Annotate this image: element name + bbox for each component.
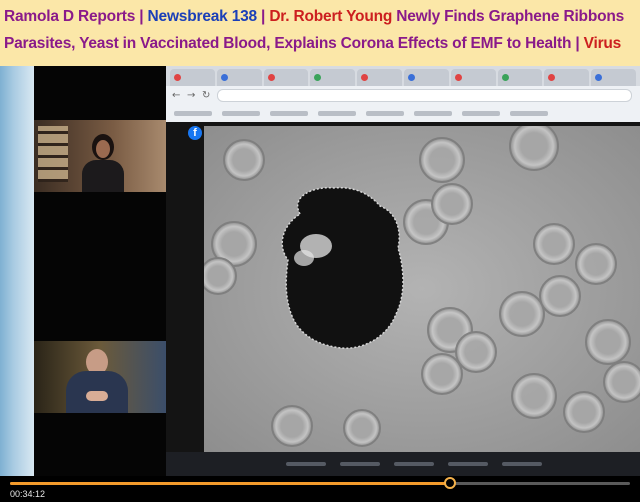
facebook-icon[interactable]: f <box>188 126 202 140</box>
microscope-image <box>204 126 640 452</box>
headline-segment: Newly Finds Graphene Ribbons <box>392 8 625 25</box>
browser-tab[interactable] <box>170 69 215 86</box>
headline-segment: Ramola D Reports <box>4 8 136 25</box>
browser-tab[interactable] <box>497 69 543 86</box>
bookmark-item[interactable] <box>174 110 212 116</box>
bookmark-item[interactable] <box>510 110 548 116</box>
browser-tab[interactable] <box>544 69 590 86</box>
bookmark-item[interactable] <box>318 110 356 116</box>
bookmark-item[interactable] <box>414 110 452 116</box>
headline-banner: Ramola D Reports | Newsbreak 138 | Dr. R… <box>0 0 640 66</box>
background-strip <box>0 66 34 476</box>
address-bar[interactable] <box>217 88 632 102</box>
browser-tab-bar <box>166 66 640 86</box>
video-stage[interactable]: ← → ↻ f <box>0 66 640 476</box>
participant-figure <box>62 347 132 413</box>
browser-tab[interactable] <box>403 69 449 86</box>
taskbar-item[interactable] <box>286 462 326 466</box>
headline-segment: Parasites, Yeast in Vaccinated Blood, Ex… <box>4 35 572 52</box>
headline-segment: Virus <box>583 35 622 52</box>
headline-segment: | <box>256 8 270 25</box>
dark-cell-cluster <box>281 186 404 349</box>
player-controls: 00:34:12 <box>0 476 640 502</box>
headline-segment: | <box>135 8 148 25</box>
headline-segment: Newsbreak 138 <box>147 8 258 25</box>
browser-tab[interactable] <box>216 69 262 86</box>
bookmark-item[interactable] <box>462 110 500 116</box>
bookshelf <box>38 126 68 182</box>
screen-share: ← → ↻ f <box>166 66 640 476</box>
headline-line-1: Ramola D Reports | Newsbreak 138 | Dr. R… <box>4 8 624 26</box>
browser-tab[interactable] <box>310 69 356 86</box>
bookmark-item[interactable] <box>366 110 404 116</box>
progress-bar[interactable] <box>10 477 630 489</box>
bookmarks-bar <box>166 104 640 122</box>
browser-tab[interactable] <box>450 69 496 86</box>
participant-column <box>34 66 166 476</box>
taskbar-item[interactable] <box>394 462 434 466</box>
os-taskbar <box>166 452 640 476</box>
back-arrow-icon[interactable]: ← <box>172 90 181 100</box>
browser-tab[interactable] <box>591 69 636 86</box>
taskbar-item[interactable] <box>340 462 380 466</box>
headline-segment: | <box>571 35 584 52</box>
participant-video-guest[interactable] <box>34 341 166 413</box>
playback-timestamp: 00:34:12 <box>10 489 46 499</box>
participant-hands <box>86 391 108 401</box>
bookmark-item[interactable] <box>222 110 260 116</box>
headline-line-2: Parasites, Yeast in Vaccinated Blood, Ex… <box>4 35 621 53</box>
microscope-image-drawing <box>204 126 640 452</box>
progress-thumb[interactable] <box>444 477 457 489</box>
browser-tab[interactable] <box>357 69 402 86</box>
participant-body <box>82 160 124 192</box>
browser-chrome: ← → ↻ <box>166 66 640 122</box>
progress-fill <box>10 482 451 485</box>
forward-arrow-icon[interactable]: → <box>187 90 196 100</box>
bookmark-item[interactable] <box>270 110 308 116</box>
shared-page-content: f <box>166 122 640 452</box>
browser-address-row: ← → ↻ <box>166 86 640 104</box>
taskbar-item[interactable] <box>502 462 542 466</box>
participant-figure <box>82 130 124 192</box>
browser-tab[interactable] <box>263 69 309 86</box>
reload-icon[interactable]: ↻ <box>202 90 211 100</box>
participant-video-host[interactable] <box>34 120 166 192</box>
headline-segment: Dr. Robert Young <box>269 8 393 25</box>
taskbar-item[interactable] <box>448 462 488 466</box>
participant-face <box>96 140 110 158</box>
